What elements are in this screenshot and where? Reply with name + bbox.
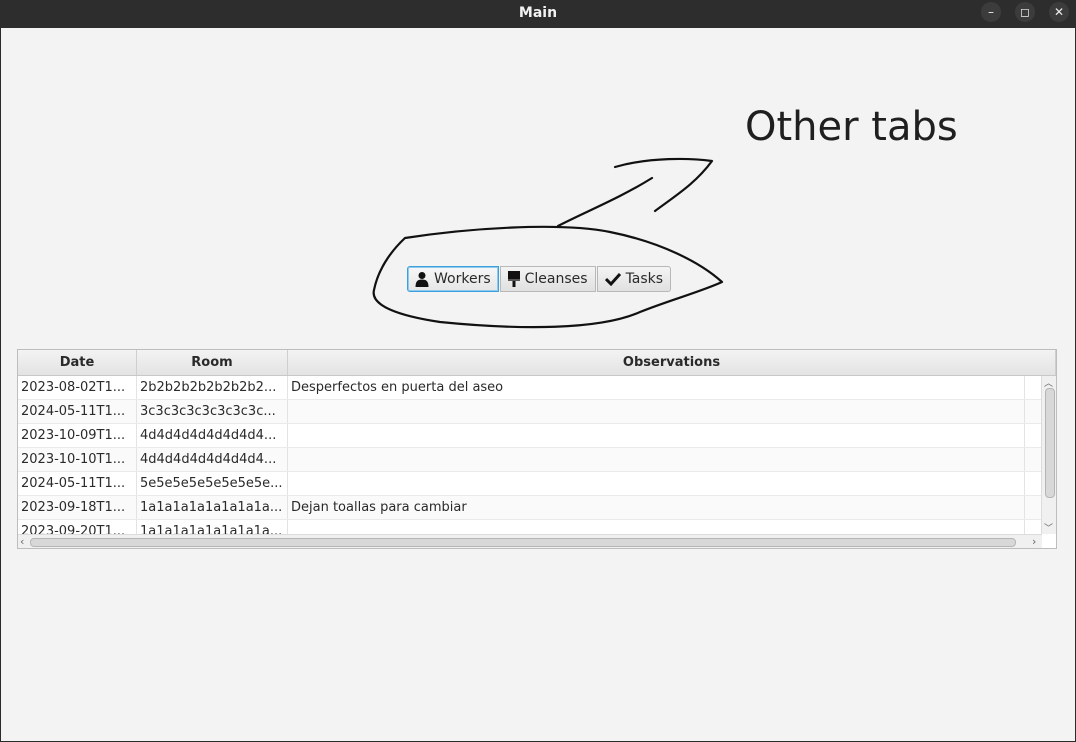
cell-observations xyxy=(288,520,1025,534)
cell-room: 4d4d4d4d4d4d4d4... xyxy=(137,424,288,447)
cell-date: 2023-09-18T1... xyxy=(18,496,137,519)
vertical-scroll-thumb[interactable] xyxy=(1045,388,1055,498)
cell-date: 2024-05-11T1... xyxy=(18,400,137,423)
person-icon xyxy=(415,271,429,287)
workers-tab-button[interactable]: Workers xyxy=(407,266,499,292)
annotation-label: Other tabs xyxy=(745,104,958,150)
column-header-observations[interactable]: Observations xyxy=(288,350,1056,375)
workers-tab-label: Workers xyxy=(434,271,491,287)
cell-date: 2023-08-02T1... xyxy=(18,376,137,399)
cell-observations xyxy=(288,400,1025,423)
cell-room: 4d4d4d4d4d4d4d4... xyxy=(137,448,288,471)
table-row[interactable]: 2024-05-11T1... 3c3c3c3c3c3c3c3c... xyxy=(18,400,1042,424)
table-row[interactable]: 2023-09-18T1... 1a1a1a1a1a1a1a1a... Deja… xyxy=(18,496,1042,520)
scroll-right-icon[interactable]: › xyxy=(1032,535,1036,548)
cleanses-tab-label: Cleanses xyxy=(524,271,588,287)
table-row[interactable]: 2023-08-02T1... 2b2b2b2b2b2b2b2... Despe… xyxy=(18,376,1042,400)
cell-room: 5e5e5e5e5e5e5e5e... xyxy=(137,472,288,495)
tab-segmented-control: Workers Cleanses Tasks xyxy=(407,266,672,292)
vertical-scrollbar[interactable]: ︿ ﹀ xyxy=(1041,376,1056,534)
cell-observations xyxy=(288,472,1025,495)
cell-room: 3c3c3c3c3c3c3c3c... xyxy=(137,400,288,423)
horizontal-scroll-thumb[interactable] xyxy=(30,538,1016,547)
column-header-date[interactable]: Date xyxy=(18,350,137,375)
tasks-tab-label: Tasks xyxy=(625,271,664,287)
column-header-room[interactable]: Room xyxy=(137,350,288,375)
cell-observations xyxy=(288,448,1025,471)
scroll-down-icon[interactable]: ﹀ xyxy=(1044,521,1053,534)
checkmark-icon xyxy=(604,272,621,286)
brush-icon xyxy=(507,271,520,287)
tasks-tab-button[interactable]: Tasks xyxy=(596,266,672,292)
cell-observations xyxy=(288,424,1025,447)
cell-observations: Dejan toallas para cambiar xyxy=(288,496,1025,519)
cell-date: 2023-10-10T1... xyxy=(18,448,137,471)
observations-table: Date Room Observations 2023-08-02T1... 2… xyxy=(17,349,1057,549)
table-body: 2023-08-02T1... 2b2b2b2b2b2b2b2... Despe… xyxy=(18,376,1042,534)
table-row[interactable]: 2023-10-09T1... 4d4d4d4d4d4d4d4... xyxy=(18,424,1042,448)
horizontal-scrollbar[interactable]: ‹ › xyxy=(18,534,1042,548)
cell-room: 1a1a1a1a1a1a1a1a... xyxy=(137,496,288,519)
table-header: Date Room Observations xyxy=(18,350,1056,376)
scroll-left-icon[interactable]: ‹ xyxy=(20,535,24,548)
table-row[interactable]: 2024-05-11T1... 5e5e5e5e5e5e5e5e... xyxy=(18,472,1042,496)
cell-date: 2023-09-20T1... xyxy=(18,520,137,534)
cell-room: 2b2b2b2b2b2b2b2... xyxy=(137,376,288,399)
cell-room: 1a1a1a1a1a1a1a1a... xyxy=(137,520,288,534)
cell-date: 2023-10-09T1... xyxy=(18,424,137,447)
cell-date: 2024-05-11T1... xyxy=(18,472,137,495)
cleanses-tab-button[interactable]: Cleanses xyxy=(499,266,596,292)
table-row[interactable]: 2023-09-20T1... 1a1a1a1a1a1a1a1a... xyxy=(18,520,1042,534)
cell-observations: Desperfectos en puerta del aseo xyxy=(288,376,1025,399)
table-row[interactable]: 2023-10-10T1... 4d4d4d4d4d4d4d4... xyxy=(18,448,1042,472)
